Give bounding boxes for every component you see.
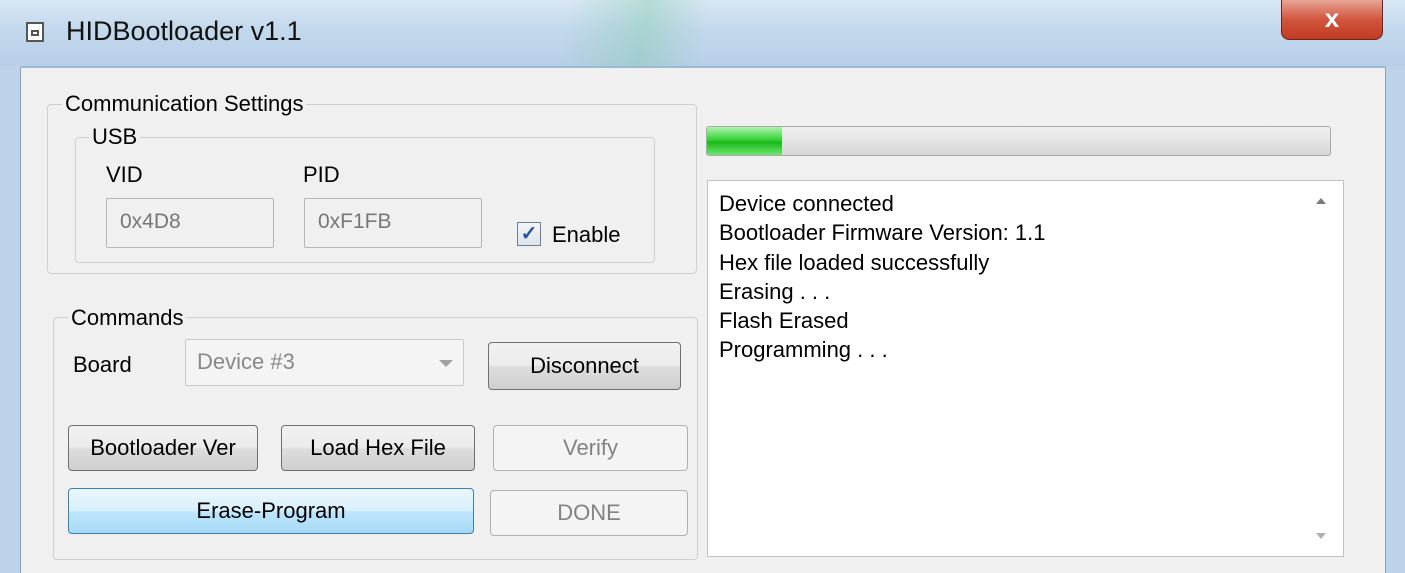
enable-checkbox[interactable]: ✓ — [517, 222, 541, 246]
log-line: Bootloader Firmware Version: 1.1 — [719, 220, 1046, 246]
progress-fill — [707, 127, 782, 155]
pid-label: PID — [303, 162, 340, 187]
log-line: Programming . . . — [719, 337, 888, 363]
bootloader-ver-button[interactable]: Bootloader Ver — [68, 425, 258, 471]
board-selected-value: Device #3 — [197, 349, 295, 374]
disconnect-button[interactable]: Disconnect — [488, 342, 681, 390]
check-icon: ✓ — [520, 223, 538, 245]
log-lines: Device connected Bootloader Firmware Vers… — [719, 189, 1046, 365]
progress-bar — [706, 126, 1331, 156]
erase-program-button[interactable]: Erase-Program — [68, 488, 474, 534]
load-hex-file-button[interactable]: Load Hex File — [281, 425, 475, 471]
log-output[interactable]: Device connected Bootloader Firmware Vers… — [707, 180, 1344, 557]
log-line: Flash Erased — [719, 308, 849, 334]
scroll-down-icon[interactable] — [1316, 533, 1326, 539]
chevron-down-icon[interactable] — [439, 360, 453, 367]
board-label: Board — [73, 352, 132, 377]
window-frame-right — [1386, 66, 1405, 573]
board-select[interactable]: Device #3 — [185, 339, 464, 386]
pid-input[interactable]: 0xF1FB — [304, 198, 482, 248]
window-title: HIDBootloader v1.1 — [66, 16, 302, 46]
close-button[interactable]: x — [1281, 0, 1383, 40]
log-line: Device connected — [719, 191, 894, 216]
verify-button[interactable]: Verify — [493, 425, 688, 471]
communication-settings-legend: Communication Settings — [62, 91, 307, 117]
log-line: Erasing . . . — [719, 278, 831, 304]
usb-legend: USB — [89, 124, 141, 150]
vid-input[interactable]: 0x4D8 — [106, 198, 274, 248]
title-bar[interactable]: HIDBootloader v1.1 x — [0, 0, 1405, 66]
commands-legend: Commands — [68, 305, 187, 331]
vid-label: VID — [106, 162, 143, 187]
window-frame-left — [0, 66, 20, 573]
enable-label[interactable]: Enable — [552, 222, 621, 248]
close-icon: x — [1324, 3, 1340, 33]
done-button[interactable]: DONE — [490, 490, 688, 536]
scroll-up-icon[interactable] — [1316, 198, 1326, 204]
hidbootloader-window: HIDBootloader v1.1 x Communication Setti… — [0, 0, 1405, 573]
log-line: Hex file loaded successfully — [719, 249, 990, 275]
app-icon — [26, 22, 44, 42]
